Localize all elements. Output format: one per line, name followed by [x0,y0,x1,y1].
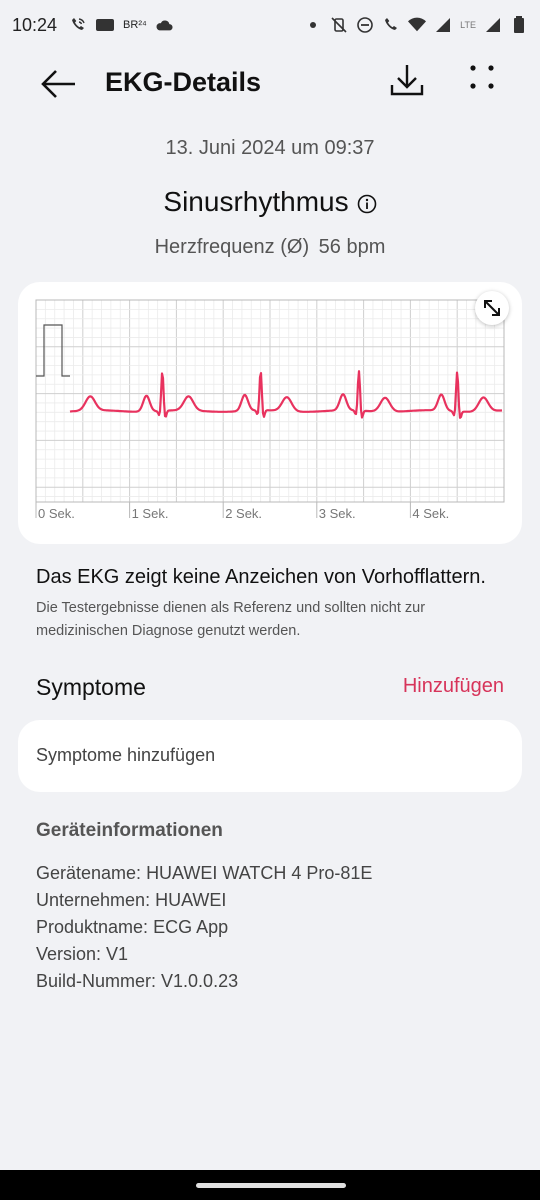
app-bar: EKG-Details [0,50,540,116]
system-nav-bar [0,1170,540,1200]
more-button[interactable] [462,60,502,100]
lte-label: LTE [460,20,476,30]
ecg-trace [69,370,503,419]
device-name-label: Gerätename: [36,863,142,883]
rhythm-row: Sinusrhythmus [0,186,540,218]
device-info-heading: Geräteinformationen [36,820,223,841]
device-info-row: Unternehmen: HUAWEI [36,887,372,914]
ecg-chart: 0 Sek. 1 Sek. 2 Sek. 3 Sek. 4 Sek. [35,299,505,521]
wifi-call-icon [69,16,87,34]
x-tick-label: 2 Sek. [225,506,262,521]
dnd-icon [356,16,374,34]
wifi-icon [408,16,427,34]
device-name-value: HUAWEI WATCH 4 Pro-81E [146,863,373,883]
company-value: HUAWEI [155,890,227,910]
heart-rate-value: 56 bpm [318,236,386,258]
dot-icon [304,16,322,34]
br24-icon: BR²⁴ [123,19,147,31]
disclaimer-text: Die Testergebnisse dienen als Referenz u… [36,600,426,639]
device-info-row: Gerätename: HUAWEI WATCH 4 Pro-81E [36,860,372,887]
build-number-label: Build-Nummer: [36,971,157,991]
ecg-verdict: Das EKG zeigt keine Anzeichen von Vorhof… [36,566,486,588]
add-symptoms-label: Symptome hinzufügen [36,745,216,765]
status-time: 10:24 [12,14,58,35]
heart-rate-row: Herzfrequenz (Ø) 56 bpm [0,236,540,259]
more-dots-icon [470,65,494,89]
measurement-date: 13. Juni 2024 um 09:37 [165,137,375,159]
x-tick-label: 0 Sek. [38,506,75,521]
ecg-grid [35,299,505,503]
ecg-ticks: 0 Sek. 1 Sek. 2 Sek. 3 Sek. 4 Sek. [35,502,449,521]
heart-rate-label: Herzfrequenz (Ø) [154,236,310,258]
product-name-value: ECG App [153,917,229,937]
ge-icon [95,16,115,34]
info-icon[interactable] [357,194,377,214]
company-label: Unternehmen: [36,890,151,910]
back-button[interactable] [38,64,78,104]
symptoms-heading: Symptome [36,674,146,700]
build-number-value: V1.0.0.23 [161,971,239,991]
battery-icon [510,16,528,34]
ecg-card: 0 Sek. 1 Sek. 2 Sek. 3 Sek. 4 Sek. [18,282,522,544]
arrow-left-icon [41,70,75,98]
download-button[interactable] [387,60,427,100]
lte-signal-icon [484,16,502,34]
x-tick-label: 3 Sek. [319,506,356,521]
x-tick-label: 1 Sek. [132,506,169,521]
page-title: EKG-Details [105,67,262,97]
calibration-pulse [36,324,70,377]
version-label: Version: [36,944,102,964]
status-bar: 10:24 BR²⁴ LTE [0,0,540,50]
vibrate-off-icon [330,16,348,34]
product-name-label: Produktname: [36,917,149,937]
add-symptoms-card[interactable]: Symptome hinzufügen [18,720,522,792]
device-info-list: Gerätename: HUAWEI WATCH 4 Pro-81E Untern… [36,860,372,995]
home-handle[interactable] [196,1183,346,1188]
device-info-row: Produktname: ECG App [36,914,372,941]
expand-icon [484,300,500,316]
device-info-row: Build-Nummer: V1.0.0.23 [36,968,372,995]
cloud-icon [155,16,173,34]
download-icon [390,65,424,96]
add-symptoms-link[interactable]: Hinzufügen [403,675,504,698]
signal-icon [434,16,452,34]
version-value: V1 [106,944,129,964]
x-tick-label: 4 Sek. [412,506,449,521]
expand-button[interactable] [475,291,509,325]
call-wifi-icon [382,16,400,34]
rhythm-result: Sinusrhythmus [163,186,349,217]
device-info-row: Version: V1 [36,941,372,968]
